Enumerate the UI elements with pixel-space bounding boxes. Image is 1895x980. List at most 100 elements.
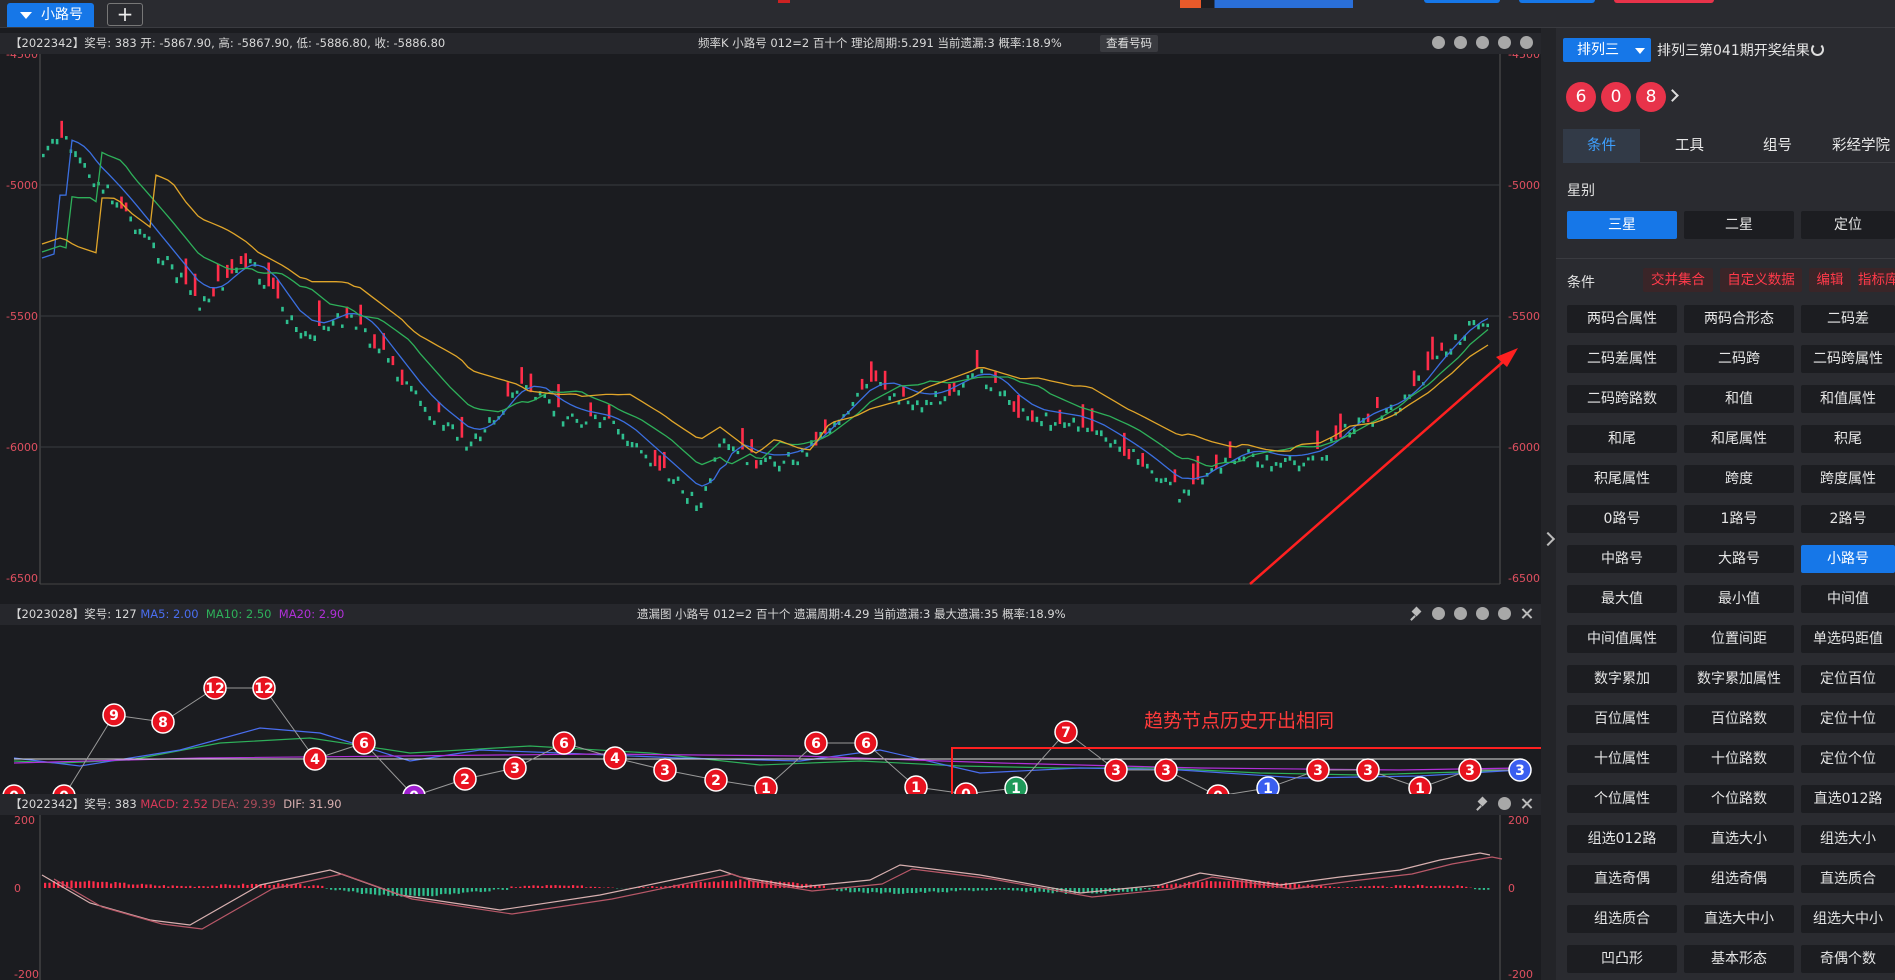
union-button[interactable]: 交并集合 bbox=[1643, 268, 1713, 292]
condition-option[interactable]: 积尾 bbox=[1801, 425, 1895, 453]
down-icon[interactable] bbox=[1476, 607, 1489, 620]
k-candle bbox=[1182, 489, 1186, 494]
condition-option[interactable]: 和值 bbox=[1684, 385, 1794, 413]
indicator-lib-button[interactable]: 指标库 bbox=[1858, 268, 1895, 292]
settings-icon[interactable] bbox=[1520, 36, 1533, 49]
macd-bar bbox=[919, 888, 922, 892]
condition-option[interactable]: 凹凸形 bbox=[1567, 945, 1677, 973]
condition-option[interactable]: 二码差 bbox=[1801, 305, 1895, 333]
condition-option[interactable]: 和尾属性 bbox=[1684, 425, 1794, 453]
top-button-1[interactable] bbox=[1424, 0, 1500, 3]
top-button-3[interactable] bbox=[1614, 0, 1714, 3]
tab-xiaoluhao[interactable]: 小路号 bbox=[7, 3, 94, 27]
add-tab-button[interactable]: + bbox=[107, 3, 143, 26]
condition-option[interactable]: 基本形态 bbox=[1684, 945, 1794, 973]
condition-option[interactable]: 积尾属性 bbox=[1567, 465, 1677, 493]
k-candle bbox=[1136, 459, 1140, 465]
condition-option[interactable]: 数字累加 bbox=[1567, 665, 1677, 693]
condition-option[interactable]: 最小值 bbox=[1684, 585, 1794, 613]
condition-option[interactable]: 1路号 bbox=[1684, 505, 1794, 533]
condition-option[interactable]: 直选质合 bbox=[1801, 865, 1895, 893]
condition-option[interactable]: 直选012路 bbox=[1801, 785, 1895, 813]
condition-option[interactable]: 组选大小 bbox=[1801, 825, 1895, 853]
custom-data-button[interactable]: 自定义数据 bbox=[1720, 268, 1802, 292]
condition-option[interactable]: 定位百位 bbox=[1801, 665, 1895, 693]
condition-option[interactable]: 最大值 bbox=[1567, 585, 1677, 613]
close-icon[interactable] bbox=[1520, 797, 1533, 810]
condition-option[interactable]: 十位属性 bbox=[1567, 745, 1677, 773]
condition-option[interactable]: 定位个位 bbox=[1801, 745, 1895, 773]
condition-option[interactable]: 单选码距值 bbox=[1801, 625, 1895, 653]
lookup-button[interactable]: 查看号码 bbox=[1100, 35, 1158, 52]
ma20-line bbox=[41, 174, 1489, 454]
settings-icon[interactable] bbox=[1498, 607, 1511, 620]
star-option[interactable]: 二星 bbox=[1684, 211, 1794, 239]
condition-option[interactable]: 0路号 bbox=[1567, 505, 1677, 533]
pin-icon[interactable] bbox=[1410, 607, 1423, 620]
condition-option[interactable]: 和尾 bbox=[1567, 425, 1677, 453]
macd-chart[interactable]: 200 200 0 0 -200 -200 bbox=[0, 815, 1541, 980]
star-option[interactable]: 三星 bbox=[1567, 211, 1677, 239]
condition-option[interactable]: 直选奇偶 bbox=[1567, 865, 1677, 893]
condition-option[interactable]: 直选大中小 bbox=[1684, 905, 1794, 933]
condition-option[interactable]: 组选质合 bbox=[1567, 905, 1677, 933]
condition-option[interactable]: 中间值 bbox=[1801, 585, 1895, 613]
back-icon[interactable] bbox=[1454, 36, 1467, 49]
refresh-icon[interactable] bbox=[1811, 43, 1824, 56]
k-candle bbox=[1146, 463, 1149, 469]
condition-option[interactable]: 百位路数 bbox=[1684, 705, 1794, 733]
condition-option[interactable]: 定位十位 bbox=[1801, 705, 1895, 733]
condition-option[interactable]: 大路号 bbox=[1684, 545, 1794, 573]
down-icon[interactable] bbox=[1498, 36, 1511, 49]
condition-option[interactable]: 中路号 bbox=[1567, 545, 1677, 573]
tab-tools[interactable]: 工具 bbox=[1651, 129, 1728, 163]
tab-groups[interactable]: 组号 bbox=[1739, 129, 1816, 163]
settings-icon[interactable] bbox=[1498, 797, 1511, 810]
condition-option[interactable]: 跨度 bbox=[1684, 465, 1794, 493]
condition-option[interactable]: 和值属性 bbox=[1801, 385, 1895, 413]
condition-option[interactable]: 两码合形态 bbox=[1684, 305, 1794, 333]
condition-option[interactable]: 组选012路 bbox=[1567, 825, 1677, 853]
compass-icon[interactable] bbox=[1432, 36, 1445, 49]
condition-option[interactable]: 位置间距 bbox=[1684, 625, 1794, 653]
condition-option[interactable]: 中间值属性 bbox=[1567, 625, 1677, 653]
condition-option[interactable]: 组选奇偶 bbox=[1684, 865, 1794, 893]
condition-option[interactable]: 2路号 bbox=[1801, 505, 1895, 533]
sidebar-collapse-handle[interactable] bbox=[1540, 28, 1556, 980]
k-candle bbox=[1169, 481, 1172, 486]
macd-bar bbox=[193, 886, 196, 888]
condition-option[interactable]: 跨度属性 bbox=[1801, 465, 1895, 493]
condition-option[interactable]: 百位属性 bbox=[1567, 705, 1677, 733]
tab-conditions[interactable]: 条件 bbox=[1563, 129, 1640, 163]
condition-option[interactable]: 二码差属性 bbox=[1567, 345, 1677, 373]
condition-option[interactable]: 小路号 bbox=[1801, 545, 1895, 573]
condition-option[interactable]: 十位路数 bbox=[1684, 745, 1794, 773]
back-icon[interactable] bbox=[1432, 607, 1445, 620]
condition-option[interactable]: 组选大中小 bbox=[1801, 905, 1895, 933]
up-icon[interactable] bbox=[1476, 36, 1489, 49]
star-option[interactable]: 定位 bbox=[1801, 211, 1895, 239]
top-button-2[interactable] bbox=[1519, 0, 1595, 3]
up-icon[interactable] bbox=[1454, 607, 1467, 620]
condition-option[interactable]: 二码跨 bbox=[1684, 345, 1794, 373]
condition-option[interactable]: 两码合属性 bbox=[1567, 305, 1677, 333]
condition-option[interactable]: 数字累加属性 bbox=[1684, 665, 1794, 693]
pin-icon[interactable] bbox=[1476, 797, 1489, 810]
macd-bar bbox=[985, 888, 988, 891]
k-candle bbox=[1026, 416, 1029, 421]
condition-option[interactable]: 奇偶个数 bbox=[1801, 945, 1895, 973]
condition-option[interactable]: 二码跨属性 bbox=[1801, 345, 1895, 373]
close-icon[interactable] bbox=[1520, 607, 1533, 620]
macd-bar bbox=[457, 888, 460, 894]
macd-bar bbox=[1386, 887, 1389, 888]
condition-option[interactable]: 个位路数 bbox=[1684, 785, 1794, 813]
lottery-select[interactable]: 排列三 bbox=[1563, 38, 1651, 62]
k-candle bbox=[865, 383, 868, 389]
tab-academy[interactable]: 彩经学院 bbox=[1827, 129, 1895, 163]
k-candle bbox=[1472, 320, 1476, 326]
edit-button[interactable]: 编辑 bbox=[1809, 268, 1851, 292]
condition-option[interactable]: 二码跨路数 bbox=[1567, 385, 1677, 413]
condition-option[interactable]: 直选大小 bbox=[1684, 825, 1794, 853]
k-chart[interactable]: -4500 -4500 -5000 -5000 -5500 -5500 -6000 -6000… bbox=[0, 54, 1541, 610]
condition-option[interactable]: 个位属性 bbox=[1567, 785, 1677, 813]
